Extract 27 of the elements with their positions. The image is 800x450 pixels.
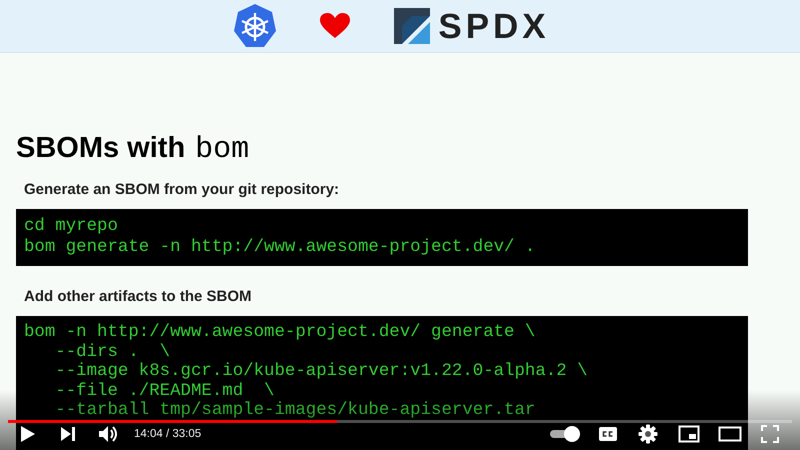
code-line: --image k8s.gcr.io/kube-apiserver:v1.22.0-alpha.2 \ xyxy=(54,362,588,382)
code-line: --dirs . \ xyxy=(54,342,170,362)
section-heading: Generate an SBOM from your git repository: xyxy=(24,181,340,199)
fullscreen-icon xyxy=(761,425,779,443)
code-line: cd myrepo xyxy=(24,216,118,237)
progress-bar[interactable] xyxy=(8,420,792,423)
speaker-icon xyxy=(98,425,118,443)
helm-wheel-icon xyxy=(232,3,278,49)
heart-icon xyxy=(320,13,350,39)
logo-text: SPDX xyxy=(438,8,550,44)
captions-icon xyxy=(598,426,618,442)
miniplayer-icon xyxy=(678,425,700,443)
toggle-icon xyxy=(549,425,581,443)
logo-mark-icon xyxy=(394,8,430,44)
code-line: --tarball tmp/sample-images/kube-apiserver.tar xyxy=(54,401,536,420)
time-display: 14:04 / 33:05 xyxy=(134,428,202,440)
autoplay-toggle[interactable] xyxy=(548,423,582,445)
gear-icon xyxy=(638,424,658,444)
section-heading: Add other artifacts to the SBOM xyxy=(24,288,253,306)
skip-next-icon xyxy=(60,426,76,442)
code-line: bom generate -n http://www.awesome-project.dev/ . xyxy=(24,237,536,258)
code-line: --file ./README.md \ xyxy=(54,382,274,401)
slide-title-code: bom xyxy=(195,133,250,167)
code-line: bom -n http://www.awesome-project.dev/ generate \ xyxy=(24,323,536,342)
slide-title: SBOMs with xyxy=(16,131,186,165)
rectangle-icon xyxy=(718,426,742,442)
play-icon xyxy=(20,425,36,443)
